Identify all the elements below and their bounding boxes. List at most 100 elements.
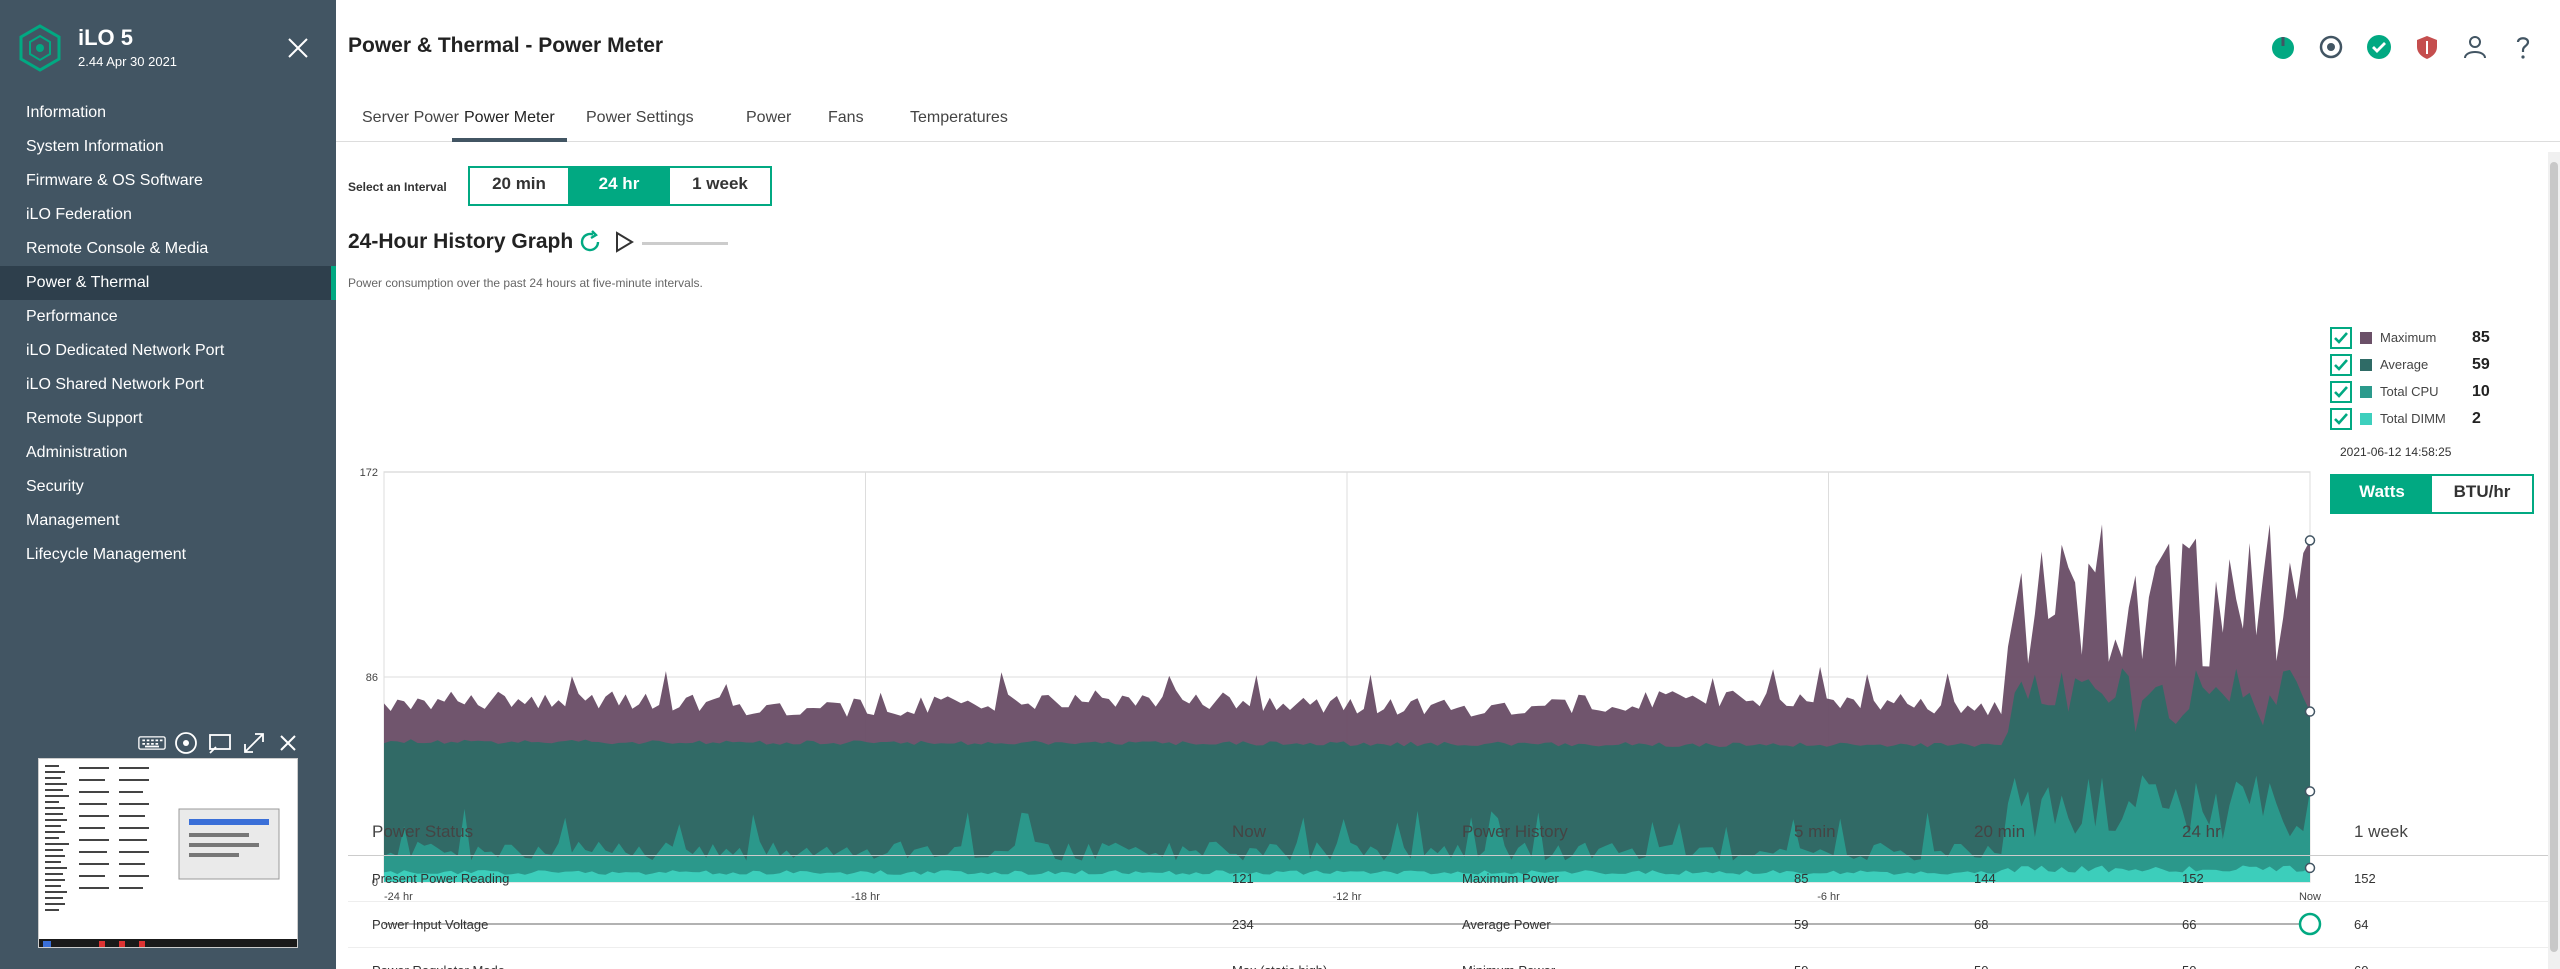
y-tick-label: 86 <box>366 672 378 684</box>
play-icon[interactable] <box>612 230 636 254</box>
table-cell: 68 <box>1974 917 1989 932</box>
console-window-icon[interactable] <box>206 731 234 755</box>
legend-series-value: 2 <box>2472 409 2481 427</box>
legend-checkbox[interactable] <box>2330 380 2352 403</box>
table-cell: Present Power Reading <box>372 871 510 886</box>
sidebar-item-system-information[interactable]: System Information <box>0 130 336 164</box>
table-cell: Average Power <box>1462 917 1551 932</box>
legend-swatch <box>2360 385 2372 398</box>
interval-option-20-min[interactable]: 20 min <box>470 168 570 204</box>
tab-fans[interactable]: Fans <box>816 96 876 142</box>
unit-option-btu-hr[interactable]: BTU/hr <box>2432 476 2532 512</box>
table-cell: Maximum Power <box>1462 871 1559 886</box>
console-preview-image[interactable] <box>38 758 298 948</box>
console-controls <box>138 730 302 756</box>
table-header-cell: 1 week <box>2354 822 2408 841</box>
vertical-scrollbar[interactable] <box>2548 152 2560 969</box>
legend-checkbox[interactable] <box>2330 353 2352 376</box>
table-cell: 59 <box>1794 948 1808 969</box>
table-cell: 152 <box>2354 871 2376 886</box>
refresh-icon[interactable] <box>578 230 602 254</box>
sidebar-item-lifecycle-management[interactable]: Lifecycle Management <box>0 538 336 572</box>
legend-row: Total CPU 10 <box>2330 378 2530 405</box>
media-disc-icon[interactable] <box>172 731 200 755</box>
series-endpoint-marker <box>2304 786 2316 797</box>
legend-series-value: 85 <box>2472 328 2490 346</box>
sidebar-nav: Information System Information Firmware & … <box>0 96 336 572</box>
legend-row: Total DIMM 2 <box>2330 405 2530 432</box>
chart-legend: Maximum 85 Average 59 Total CPU 10 Total DIMM 2 <box>2330 324 2530 432</box>
tab-temperatures[interactable]: Temperatures <box>898 96 1020 142</box>
legend-series-name: Maximum <box>2380 330 2437 345</box>
table-row: Present Power Reading 121 Maximum Power 85 1… <box>348 856 2548 902</box>
interval-option-24-hr[interactable]: 24 hr <box>570 168 670 204</box>
sidebar-item-remote-support[interactable]: Remote Support <box>0 402 336 436</box>
interval-label: Select an Interval <box>348 180 447 194</box>
graph-description: Power consumption over the past 24 hours… <box>348 276 703 290</box>
brand-title: iLO 5 <box>78 25 134 50</box>
table-cell: 234 <box>1232 917 1254 932</box>
power-meter-content: Select an Interval 20 min 24 hr 1 week 24-… <box>336 142 2560 969</box>
keyboard-icon[interactable] <box>138 731 166 755</box>
table-header-cell: Power History <box>1462 822 1568 841</box>
power-status-table: Power Status Now Power History 5 min 20 min 2… <box>348 812 2548 969</box>
sidebar-item-ilo-shared-network-port[interactable]: iLO Shared Network Port <box>0 368 336 402</box>
sidebar-item-firmware-os-software[interactable]: Firmware & OS Software <box>0 164 336 198</box>
playback-slider[interactable] <box>642 242 728 245</box>
scrollbar-thumb[interactable] <box>2550 162 2558 952</box>
user-icon[interactable] <box>2462 34 2488 60</box>
sidebar: iLO 5 2.44 Apr 30 2021 Information System… <box>0 0 336 969</box>
table-cell: 59 <box>1794 917 1809 932</box>
unit-option-watts[interactable]: Watts <box>2332 476 2432 512</box>
page-header: Power & Thermal - Power Meter <box>336 0 2560 96</box>
sidebar-item-administration[interactable]: Administration <box>0 436 336 470</box>
legend-swatch <box>2360 412 2372 425</box>
sidebar-item-management[interactable]: Management <box>0 504 336 538</box>
remote-console-thumbnail <box>38 732 298 952</box>
location-icon[interactable] <box>2318 34 2344 60</box>
sidebar-item-ilo-federation[interactable]: iLO Federation <box>0 198 336 232</box>
legend-checkbox[interactable] <box>2330 326 2352 349</box>
table-cell: 66 <box>2182 917 2197 932</box>
sidebar-item-remote-console-media[interactable]: Remote Console & Media <box>0 232 336 266</box>
legend-swatch <box>2360 331 2372 344</box>
tab-power[interactable]: Power <box>734 96 803 142</box>
check-icon <box>2334 331 2348 344</box>
check-icon <box>2334 385 2348 398</box>
check-icon <box>2334 412 2348 425</box>
series-endpoint-marker <box>2304 706 2316 717</box>
sidebar-item-security[interactable]: Security <box>0 470 336 504</box>
legend-timestamp: 2021-06-12 14:58:25 <box>2340 445 2452 459</box>
expand-icon[interactable] <box>240 731 268 755</box>
table-cell: 64 <box>2354 917 2369 932</box>
table-cell: 50 <box>2182 948 2196 969</box>
legend-series-value: 59 <box>2472 355 2490 373</box>
health-icon[interactable] <box>2366 34 2392 60</box>
table-cell: 60 <box>2354 948 2368 969</box>
power-icon[interactable] <box>2270 34 2296 60</box>
ilo-logo-icon <box>19 24 61 72</box>
legend-row: Maximum 85 <box>2330 324 2530 351</box>
sidebar-item-power-thermal[interactable]: Power & Thermal <box>0 266 336 300</box>
sidebar-item-performance[interactable]: Performance <box>0 300 336 334</box>
legend-row: Average 59 <box>2330 351 2530 378</box>
interval-option-1-week[interactable]: 1 week <box>670 168 770 204</box>
check-icon <box>2334 358 2348 371</box>
help-icon[interactable] <box>2510 34 2536 60</box>
table-row: Power Regulator Mode Max (static high) Min… <box>348 948 2548 969</box>
tab-power-meter[interactable]: Power Meter <box>452 96 567 142</box>
close-icon[interactable] <box>286 36 310 60</box>
sidebar-item-ilo-dedicated-network-port[interactable]: iLO Dedicated Network Port <box>0 334 336 368</box>
close-console-icon[interactable] <box>274 731 302 755</box>
security-shield-icon[interactable] <box>2414 34 2440 60</box>
series-endpoint-marker <box>2304 535 2316 546</box>
legend-checkbox[interactable] <box>2330 407 2352 430</box>
unit-selector: Watts BTU/hr <box>2330 474 2534 514</box>
table-header-row: Power Status Now Power History 5 min 20 min 2… <box>348 812 2548 856</box>
sidebar-item-information[interactable]: Information <box>0 96 336 130</box>
table-header-cell: Now <box>1232 822 1267 841</box>
table-header-cell: Power Status <box>372 822 474 841</box>
legend-series-name: Total CPU <box>2380 384 2439 399</box>
table-row: Power Input Voltage 234 Average Power 59 68 6… <box>348 902 2548 948</box>
tab-power-settings[interactable]: Power Settings <box>574 96 706 142</box>
